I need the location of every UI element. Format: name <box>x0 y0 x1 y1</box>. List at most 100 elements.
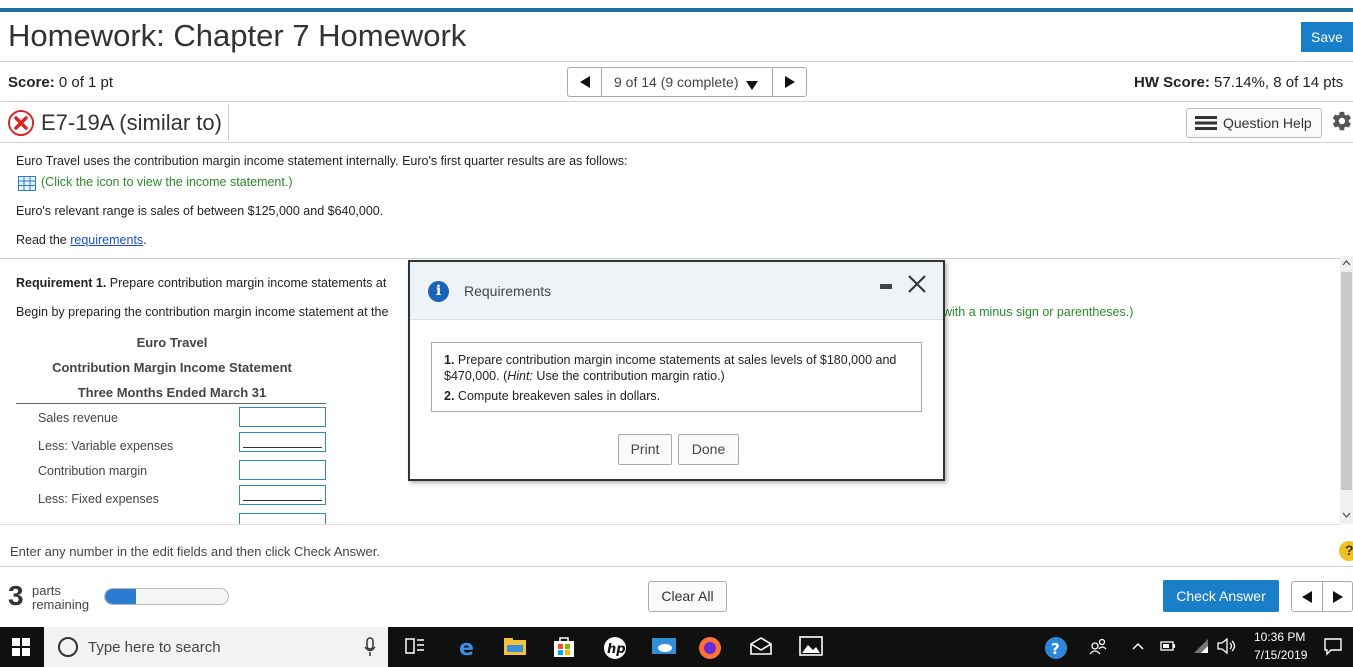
mail-icon[interactable] <box>749 636 773 658</box>
divider <box>228 104 229 140</box>
volume-icon[interactable] <box>1216 636 1238 658</box>
requirement-number: 2. <box>444 389 455 403</box>
firefox-icon[interactable] <box>698 636 724 659</box>
table-icon[interactable] <box>18 176 36 196</box>
part-navigator <box>1291 581 1353 612</box>
intro-text: Euro Travel uses the contribution margin… <box>16 154 628 168</box>
info-icon: i <box>428 281 449 302</box>
edge-browser-icon[interactable]: e <box>458 636 482 661</box>
incorrect-x-icon <box>8 110 34 136</box>
hint-label: Hint: <box>507 369 533 383</box>
requirement-1-body: Prepare contribution margin income state… <box>109 276 387 290</box>
begin-text: Begin by preparing the contribution marg… <box>16 305 389 319</box>
hw-score-display: HW Score: 57.14%, 8 of 14 pts <box>1134 74 1343 91</box>
dialog-header: i Requirements <box>410 262 943 320</box>
progress-fill <box>105 589 136 604</box>
hw-score-label: HW Score: <box>1134 74 1210 91</box>
battery-icon[interactable] <box>1160 636 1176 658</box>
svg-text:hp: hp <box>607 642 626 657</box>
store-icon[interactable] <box>553 636 577 658</box>
contribution-margin-input[interactable] <box>239 460 326 480</box>
statement-title: Contribution Margin Income Statement <box>52 360 292 375</box>
chevron-up-icon[interactable] <box>1131 636 1145 658</box>
read-prefix: Read the <box>16 233 67 247</box>
get-help-icon[interactable]: ? <box>1044 636 1068 659</box>
statement-period: Three Months Ended March 31 <box>77 385 267 400</box>
minus-sign-hint: with a minus sign or parentheses.) <box>943 305 1134 319</box>
question-navigator: 9 of 14 (9 complete) <box>567 67 807 97</box>
click-icon-link[interactable]: (Click the icon to view the income state… <box>41 175 293 189</box>
requirement-text: Compute breakeven sales in dollars. <box>457 389 661 403</box>
triangle-right-icon <box>1332 590 1343 603</box>
parts-remaining-label: remaining <box>32 597 90 612</box>
operating-income-input[interactable] <box>239 513 326 524</box>
clock-date[interactable]: 7/15/2019 <box>1254 648 1307 662</box>
parts-label: parts <box>32 583 61 598</box>
fixed-expenses-input[interactable] <box>239 485 326 505</box>
score-display: Score: 0 of 1 pt <box>8 74 113 91</box>
hw-score-value: 57.14%, 8 of 14 pts <box>1214 74 1344 91</box>
check-answer-button[interactable]: Check Answer <box>1163 580 1279 612</box>
scrollbar-thumb[interactable] <box>1341 272 1352 490</box>
question-help-label: Question Help <box>1223 115 1312 131</box>
row-label-contribution-margin: Contribution margin <box>38 464 148 478</box>
gear-icon[interactable] <box>1331 110 1353 134</box>
header-accent-bar <box>0 8 1353 12</box>
requirements-link[interactable]: requirements <box>70 233 143 247</box>
wifi-icon[interactable] <box>1192 636 1210 658</box>
people-icon[interactable] <box>1088 636 1112 658</box>
row-label-variable-expenses: Less: Variable expenses <box>38 439 174 453</box>
question-help-button[interactable]: Question Help <box>1186 108 1322 138</box>
clear-all-button[interactable]: Clear All <box>648 581 727 612</box>
divider <box>0 142 1353 143</box>
next-question-button[interactable] <box>772 68 806 96</box>
dialog-title: Requirements <box>464 283 552 299</box>
row-label-sales-revenue: Sales revenue <box>38 411 118 425</box>
task-view-icon[interactable] <box>404 636 428 658</box>
requirement-1-label: Requirement 1. <box>16 276 107 290</box>
triangle-left-icon <box>579 76 590 88</box>
requirement-item: 1. Prepare contribution margin income st… <box>444 352 914 384</box>
sales-revenue-input[interactable] <box>239 407 326 427</box>
requirement-number: 1. <box>444 353 455 367</box>
triangle-left-icon <box>1302 590 1312 603</box>
list-icon <box>1195 116 1217 130</box>
cortana-icon <box>58 637 78 657</box>
photos-icon[interactable] <box>799 636 823 658</box>
read-requirements-text: Read the requirements. <box>16 233 147 247</box>
parts-count: 3 <box>8 580 24 611</box>
microphone-icon[interactable] <box>364 637 376 662</box>
requirements-list: 1. Prepare contribution margin income st… <box>431 342 922 412</box>
save-button[interactable]: Save <box>1301 22 1353 52</box>
previous-part-button[interactable] <box>1292 582 1323 611</box>
caret-down-icon[interactable] <box>746 77 758 95</box>
done-button[interactable]: Done <box>678 434 739 465</box>
help-icon[interactable]: ? <box>1339 541 1353 561</box>
range-text: Euro's relevant range is sales of betwee… <box>16 204 384 218</box>
chevron-down-icon[interactable] <box>1340 510 1353 520</box>
triangle-right-icon <box>784 76 795 88</box>
divider <box>0 566 1353 567</box>
variable-expenses-input[interactable] <box>239 432 326 452</box>
divider <box>0 258 1353 259</box>
file-explorer-icon[interactable] <box>503 636 527 658</box>
print-button[interactable]: Print <box>618 434 672 465</box>
next-part-button[interactable] <box>1323 582 1352 611</box>
notification-icon[interactable] <box>1323 636 1347 658</box>
divider <box>0 101 1353 102</box>
divider <box>16 403 326 404</box>
statement-company: Euro Travel <box>136 335 208 350</box>
windows-start-icon[interactable] <box>12 638 30 661</box>
progress-bar <box>104 588 229 605</box>
requirement-text-end: Use the contribution margin ratio.) <box>532 369 725 383</box>
score-value: 0 of 1 pt <box>58 74 114 91</box>
previous-question-button[interactable] <box>568 68 602 96</box>
page-title: Homework: Chapter 7 Homework <box>8 18 467 53</box>
hp-logo-icon[interactable]: hp <box>603 636 627 659</box>
question-select[interactable]: 9 of 14 (9 complete) <box>614 74 739 90</box>
chevron-up-icon[interactable] <box>1340 258 1353 268</box>
clock-time[interactable]: 10:36 PM <box>1254 630 1305 644</box>
divider <box>0 61 1353 62</box>
minimize-icon[interactable] <box>880 284 892 289</box>
weather-app-icon[interactable] <box>652 636 676 658</box>
